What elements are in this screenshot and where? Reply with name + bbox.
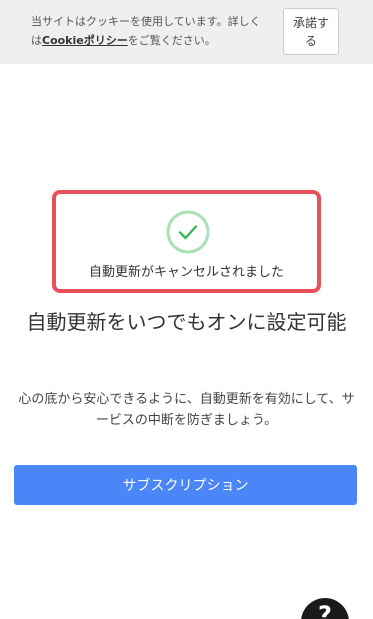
cancellation-status-card: 自動更新がキャンセルされました [52, 190, 321, 293]
subscription-button[interactable]: サブスクリプション [14, 465, 357, 505]
page-title: 自動更新をいつでもオンに設定可能 [26, 310, 347, 334]
description-text: 心の底から安心できるように、自動更新を有効にして、サービスの中断を防ぎましょう。 [18, 392, 355, 428]
status-message: 自動更新がキャンセルされました [88, 265, 284, 280]
question-icon: ? [318, 601, 332, 619]
cookie-accept-button[interactable]: 承諾する [283, 8, 339, 55]
help-button[interactable]: ? [301, 598, 349, 619]
cookie-banner: 当サイトはクッキーを使用しています。詳しくはCookieポリシーをご覧ください。… [0, 0, 373, 64]
cookie-notice-text: 当サイトはクッキーを使用しています。詳しくはCookieポリシーをご覧ください。 [31, 12, 271, 50]
cookie-text-after: をご覧ください。 [127, 34, 216, 47]
cookie-policy-link[interactable]: Cookieポリシー [42, 34, 128, 47]
page: 当サイトはクッキーを使用しています。詳しくはCookieポリシーをご覧ください。… [0, 0, 373, 619]
check-circle-icon [166, 210, 210, 254]
